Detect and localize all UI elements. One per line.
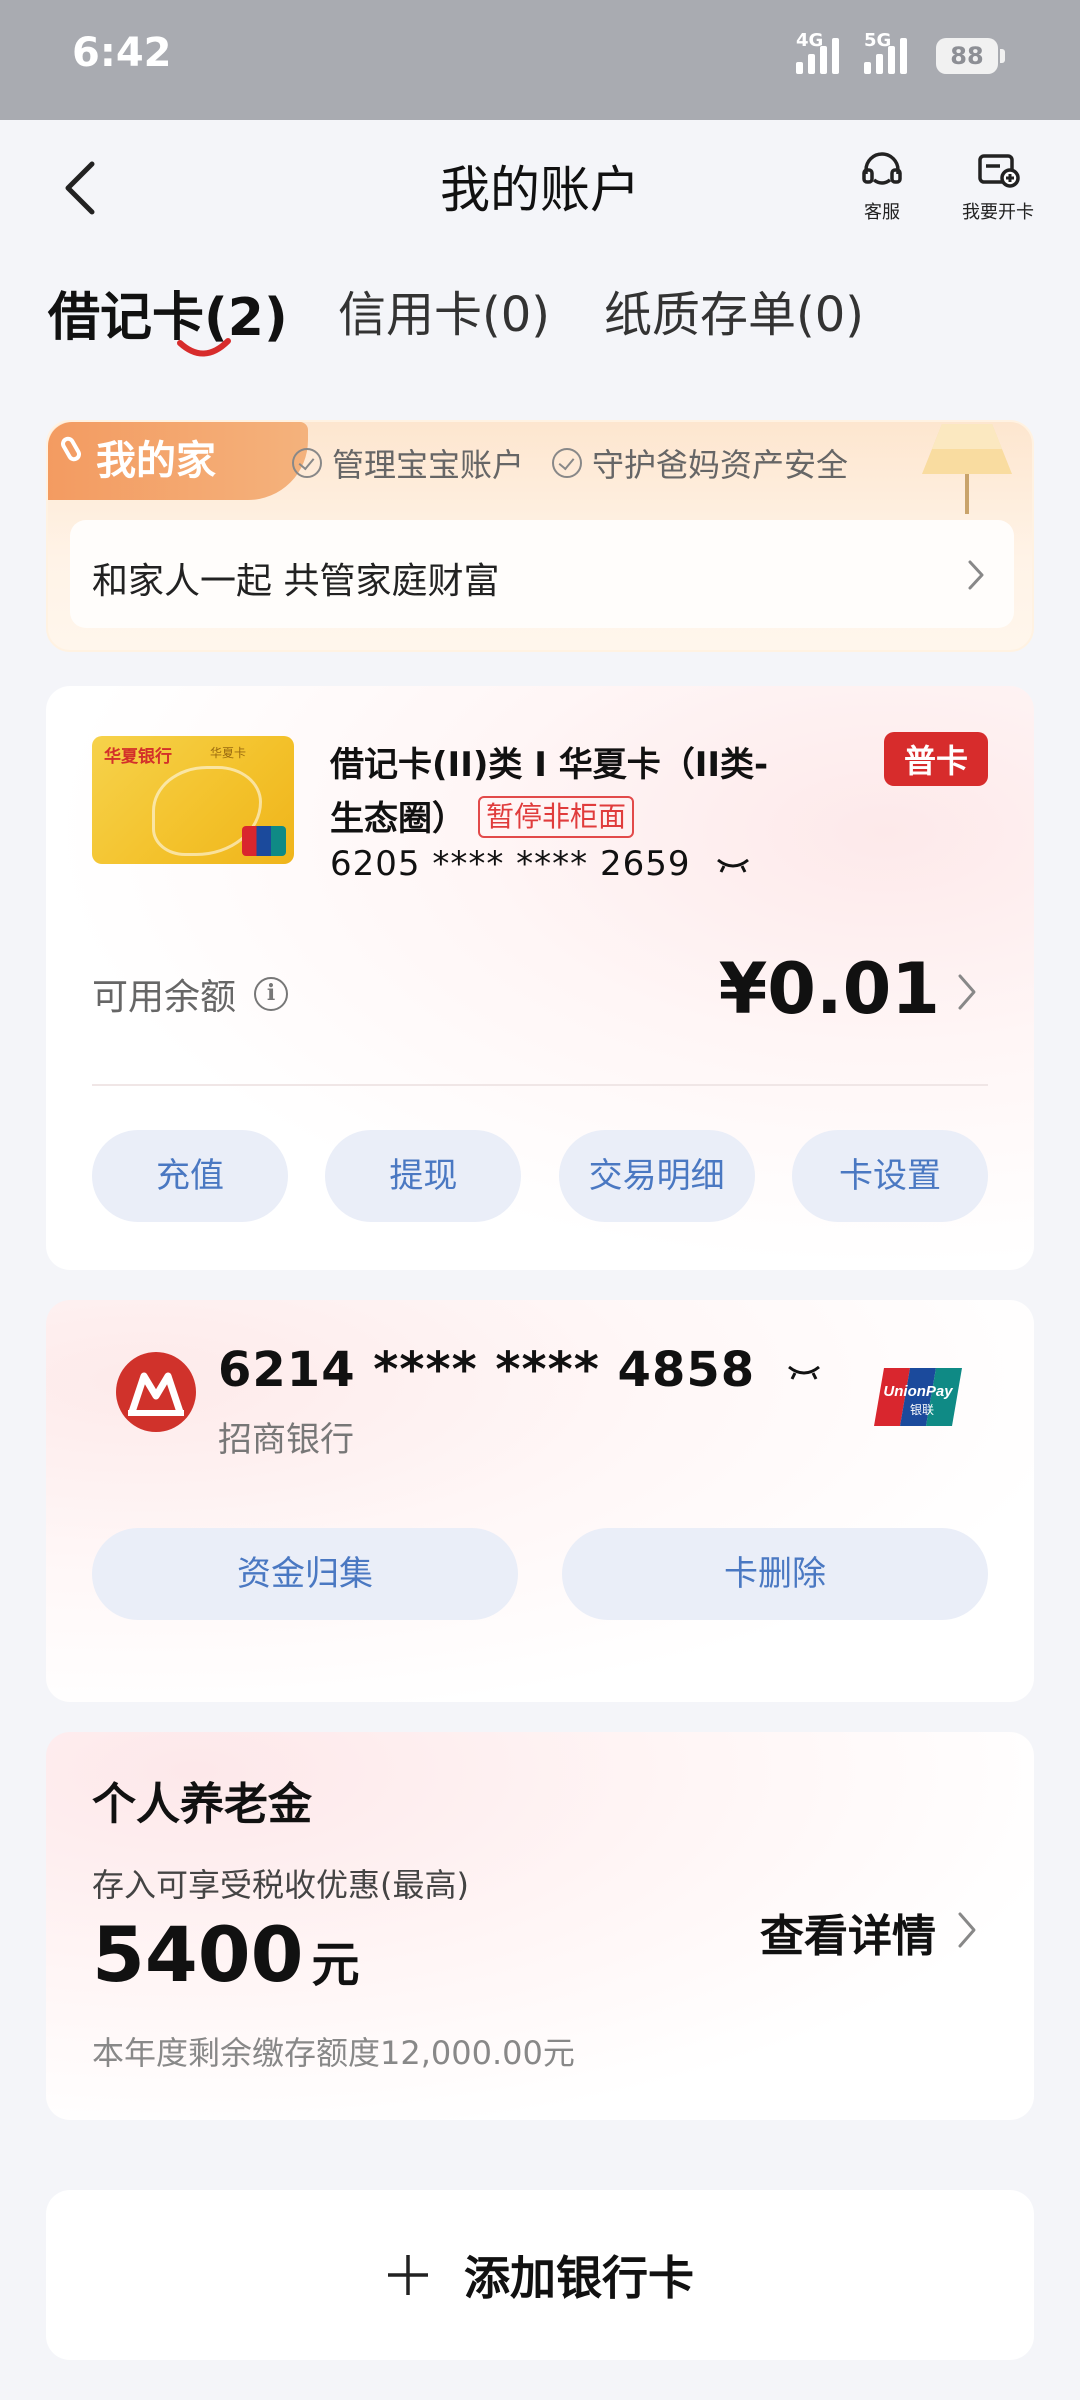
cmb-logo-icon bbox=[116, 1352, 196, 1432]
signal-4g-icon: 4G bbox=[796, 30, 839, 74]
eye-closed-icon[interactable] bbox=[787, 1363, 821, 1383]
check-circle-icon bbox=[552, 448, 583, 478]
debit-card-cmb[interactable]: 6214 **** **** 4858 招商银行 UnionPay 银联 资金归集… bbox=[46, 1300, 1034, 1702]
status-time: 6:42 bbox=[72, 30, 172, 76]
debit-card-huaxia[interactable]: 华夏银行 华夏卡 借记卡(II)类 I 华夏卡（II类-生态圈） 暂停非柜面 62… bbox=[46, 686, 1034, 1270]
pension-unit: 元 bbox=[311, 1937, 360, 1993]
svg-text:UnionPay: UnionPay bbox=[883, 1383, 953, 1400]
withdraw-button[interactable]: 提现 bbox=[325, 1130, 522, 1222]
card-number-text: 6205 **** **** 2659 bbox=[330, 844, 691, 884]
family-point-2: 守护爸妈资产安全 bbox=[592, 446, 849, 484]
active-tab-indicator bbox=[177, 338, 231, 357]
card-title: 借记卡(II)类 I 华夏卡（II类-生态圈） 暂停非柜面 bbox=[330, 738, 800, 846]
pension-note: 本年度剩余缴存额度12,000.00元 bbox=[92, 2034, 575, 2072]
delete-card-button[interactable]: 卡删除 bbox=[562, 1528, 988, 1620]
divider bbox=[92, 1084, 988, 1086]
pension-amount-value: 5400 bbox=[92, 1910, 304, 1999]
card-type-badge: 普卡 bbox=[883, 732, 988, 786]
chevron-right-icon[interactable] bbox=[956, 972, 978, 1012]
transactions-button[interactable]: 交易明细 bbox=[558, 1130, 755, 1222]
card-actions: 资金归集 卡删除 bbox=[92, 1528, 988, 1620]
family-tag-label: 我的家 bbox=[96, 438, 216, 484]
status-badge: 暂停非柜面 bbox=[478, 796, 635, 838]
signal-5g-icon: 5G bbox=[864, 30, 907, 74]
fund-collect-button[interactable]: 资金归集 bbox=[92, 1528, 518, 1620]
card-image-sub: 华夏卡 bbox=[210, 746, 247, 760]
tab-paper-deposit[interactable]: 纸质存单(0) bbox=[604, 275, 864, 345]
add-card-icon bbox=[978, 154, 1020, 188]
card-number: 6214 **** **** 4858 bbox=[218, 1342, 821, 1398]
family-banner: 我的家 管理宝宝账户 守护爸妈资产安全 和家人一起 共管家庭财富 bbox=[46, 420, 1034, 652]
card-number: 6205 **** **** 2659 bbox=[330, 844, 750, 884]
family-point-1: 管理宝宝账户 bbox=[332, 446, 525, 484]
card-settings-button[interactable]: 卡设置 bbox=[791, 1130, 988, 1222]
header: 我的账户 客服 我要开卡 bbox=[0, 120, 1080, 250]
huaxia-card-image: 华夏银行 华夏卡 bbox=[92, 736, 294, 864]
plus-icon bbox=[388, 2255, 428, 2295]
family-entry[interactable]: 和家人一起 共管家庭财富 bbox=[70, 520, 1014, 628]
svg-text:银联: 银联 bbox=[910, 1403, 934, 1417]
info-icon[interactable]: i bbox=[254, 977, 289, 1011]
add-card-button[interactable]: 添加银行卡 bbox=[46, 2190, 1034, 2360]
eye-closed-icon[interactable] bbox=[716, 856, 750, 876]
pension-title: 个人养老金 bbox=[92, 1779, 312, 1830]
balance-value[interactable]: ¥0.01 bbox=[719, 948, 940, 1030]
chevron-right-icon[interactable] bbox=[956, 1910, 978, 1950]
pension-card[interactable]: 个人养老金 存入可享受税收优惠(最高) 5400 元 本年度剩余缴存额度12,00… bbox=[46, 1732, 1034, 2120]
unionpay-logo-icon: UnionPay 银联 bbox=[874, 1368, 962, 1426]
bank-name: 招商银行 bbox=[218, 1420, 354, 1460]
battery-icon: 88 bbox=[936, 38, 1005, 74]
card-image-bank: 华夏银行 bbox=[104, 747, 172, 767]
headset-icon bbox=[862, 152, 902, 185]
status-bar: 6:42 4G 5G 88 bbox=[0, 0, 1080, 120]
balance-label: 可用余额 i bbox=[92, 968, 289, 1020]
customer-service-label: 客服 bbox=[864, 202, 900, 223]
pension-amount: 5400 元 bbox=[92, 1910, 360, 1999]
card-actions: 充值 提现 交易明细 卡设置 bbox=[92, 1130, 988, 1222]
pension-subtitle: 存入可享受税收优惠(最高) bbox=[92, 1866, 469, 1904]
view-details-link[interactable]: 查看详情 bbox=[760, 1900, 936, 1964]
customer-service-button[interactable]: 客服 bbox=[832, 150, 932, 224]
card-number-text: 6214 **** **** 4858 bbox=[218, 1342, 756, 1398]
add-card-label: 添加银行卡 bbox=[464, 2251, 694, 2305]
recharge-button[interactable]: 充值 bbox=[92, 1130, 288, 1222]
balance-label-text: 可用余额 bbox=[92, 977, 237, 1018]
family-slogan: 和家人一起 共管家庭财富 bbox=[92, 561, 500, 602]
family-points: 管理宝宝账户 守护爸妈资产安全 bbox=[292, 440, 848, 486]
lamp-icon bbox=[922, 424, 1012, 514]
unionpay-icon bbox=[242, 826, 286, 856]
tab-credit[interactable]: 信用卡(0) bbox=[338, 275, 550, 345]
chevron-right-icon bbox=[968, 560, 984, 590]
open-card-button[interactable]: 我要开卡 bbox=[948, 150, 1048, 224]
family-tag: 我的家 bbox=[48, 422, 308, 500]
tab-debit[interactable]: 借记卡(2) bbox=[48, 275, 288, 350]
check-circle-icon bbox=[292, 448, 322, 478]
open-card-label: 我要开卡 bbox=[962, 202, 1034, 223]
